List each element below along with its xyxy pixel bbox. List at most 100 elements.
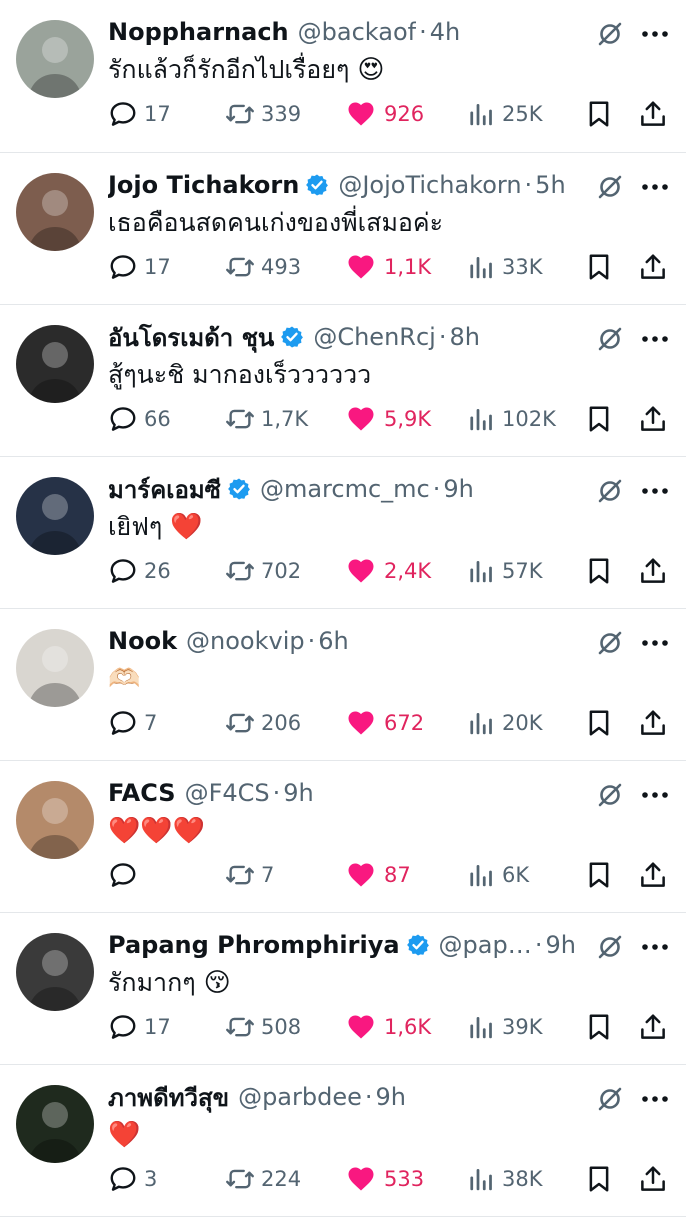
grok-icon[interactable] bbox=[596, 173, 624, 201]
username-handle[interactable]: @backaof bbox=[298, 18, 416, 46]
timestamp[interactable]: 9h bbox=[376, 1083, 406, 1111]
display-name[interactable]: Jojo Tichakorn bbox=[108, 171, 299, 199]
share-button[interactable] bbox=[638, 1007, 668, 1047]
reply-button[interactable]: 66 bbox=[108, 399, 171, 439]
views-button[interactable]: 33K bbox=[466, 247, 543, 287]
retweet-button[interactable]: 1,7K bbox=[225, 399, 308, 439]
share-button[interactable] bbox=[638, 247, 668, 287]
avatar[interactable] bbox=[16, 173, 94, 251]
more-options-icon[interactable] bbox=[640, 477, 670, 505]
username-handle[interactable]: @F4CS bbox=[185, 779, 270, 807]
timestamp[interactable]: 9h bbox=[283, 779, 313, 807]
views-button[interactable]: 20K bbox=[466, 703, 543, 743]
like-button[interactable]: 672 bbox=[346, 703, 424, 743]
username-handle[interactable]: @papan... bbox=[439, 931, 532, 959]
tweet-3[interactable]: มาร์คเอมซี @marcmc_mc · 9h เยิฟๆ ❤️ 26 702 2,4K… bbox=[0, 457, 686, 609]
display-name[interactable]: Nook bbox=[108, 627, 177, 655]
like-button[interactable]: 5,9K bbox=[346, 399, 431, 439]
reply-button[interactable]: 26 bbox=[108, 551, 171, 591]
reply-button[interactable]: 7 bbox=[108, 703, 157, 743]
like-button[interactable]: 87 bbox=[346, 855, 411, 895]
grok-icon[interactable] bbox=[596, 1085, 624, 1113]
tweet-7[interactable]: ภาพดีทวีสุข @parbdee · 9h ❤️ 3 224 533 38K bbox=[0, 1065, 686, 1217]
views-button[interactable]: 38K bbox=[466, 1159, 543, 1199]
bookmark-button[interactable] bbox=[584, 94, 614, 134]
like-button[interactable]: 926 bbox=[346, 94, 424, 134]
tweet-1[interactable]: Jojo Tichakorn @JojoTichakorn · 5h เธอคือนสด… bbox=[0, 153, 686, 305]
avatar[interactable] bbox=[16, 477, 94, 555]
timestamp[interactable]: 5h bbox=[535, 171, 565, 199]
more-options-icon[interactable] bbox=[640, 325, 670, 353]
grok-icon[interactable] bbox=[596, 629, 624, 657]
share-button[interactable] bbox=[638, 94, 668, 134]
bookmark-button[interactable] bbox=[584, 703, 614, 743]
bookmark-button[interactable] bbox=[584, 399, 614, 439]
views-button[interactable]: 102K bbox=[466, 399, 556, 439]
username-handle[interactable]: @marcmc_mc bbox=[260, 475, 430, 503]
more-options-icon[interactable] bbox=[640, 20, 670, 48]
share-button[interactable] bbox=[638, 855, 668, 895]
display-name[interactable]: Papang Phromphiriya bbox=[108, 931, 400, 959]
tweet-0[interactable]: Noppharnach @backaof · 4h รักแล้วก็รักอีกไปเ… bbox=[0, 0, 686, 153]
avatar[interactable] bbox=[16, 325, 94, 403]
username-handle[interactable]: @ChenRcj bbox=[313, 323, 435, 351]
views-button[interactable]: 57K bbox=[466, 551, 543, 591]
reply-button[interactable] bbox=[108, 855, 144, 895]
grok-icon[interactable] bbox=[596, 477, 624, 505]
more-options-icon[interactable] bbox=[640, 173, 670, 201]
timestamp[interactable]: 9h bbox=[443, 475, 473, 503]
retweet-button[interactable]: 206 bbox=[225, 703, 301, 743]
retweet-button[interactable]: 7 bbox=[225, 855, 274, 895]
avatar[interactable] bbox=[16, 20, 94, 98]
grok-icon[interactable] bbox=[596, 933, 624, 961]
reply-button[interactable]: 3 bbox=[108, 1159, 157, 1199]
share-button[interactable] bbox=[638, 551, 668, 591]
reply-button[interactable]: 17 bbox=[108, 247, 171, 287]
tweet-6[interactable]: Papang Phromphiriya @papan...·9h รักมากๆ 😚… bbox=[0, 913, 686, 1065]
timestamp[interactable]: 9h bbox=[546, 931, 576, 959]
avatar[interactable] bbox=[16, 629, 94, 707]
views-button[interactable]: 39K bbox=[466, 1007, 543, 1047]
username-handle[interactable]: @nookvip bbox=[186, 627, 305, 655]
timestamp[interactable]: 6h bbox=[318, 627, 348, 655]
avatar[interactable] bbox=[16, 1085, 94, 1163]
views-button[interactable]: 6K bbox=[466, 855, 529, 895]
avatar[interactable] bbox=[16, 781, 94, 859]
bookmark-button[interactable] bbox=[584, 247, 614, 287]
bookmark-button[interactable] bbox=[584, 1007, 614, 1047]
retweet-button[interactable]: 702 bbox=[225, 551, 301, 591]
more-options-icon[interactable] bbox=[640, 933, 670, 961]
display-name[interactable]: FACS bbox=[108, 779, 176, 807]
retweet-button[interactable]: 508 bbox=[225, 1007, 301, 1047]
bookmark-button[interactable] bbox=[584, 855, 614, 895]
display-name[interactable]: มาร์คเอมซี bbox=[108, 471, 221, 507]
display-name[interactable]: Noppharnach bbox=[108, 18, 289, 46]
share-button[interactable] bbox=[638, 399, 668, 439]
tweet-5[interactable]: FACS @F4CS · 9h ❤️❤️❤️ 7 87 6K bbox=[0, 761, 686, 913]
tweet-4[interactable]: Nook @nookvip · 6h 🫶🏻 7 206 672 20K bbox=[0, 609, 686, 761]
display-name[interactable]: อันโดรเมด้า ชุน bbox=[108, 319, 274, 355]
like-button[interactable]: 1,6K bbox=[346, 1007, 431, 1047]
reply-button[interactable]: 17 bbox=[108, 94, 171, 134]
grok-icon[interactable] bbox=[596, 325, 624, 353]
like-button[interactable]: 1,1K bbox=[346, 247, 431, 287]
grok-icon[interactable] bbox=[596, 781, 624, 809]
retweet-button[interactable]: 493 bbox=[225, 247, 301, 287]
grok-icon[interactable] bbox=[596, 20, 624, 48]
display-name[interactable]: ภาพดีทวีสุข bbox=[108, 1079, 229, 1115]
bookmark-button[interactable] bbox=[584, 1159, 614, 1199]
timestamp[interactable]: 8h bbox=[449, 323, 479, 351]
more-options-icon[interactable] bbox=[640, 781, 670, 809]
like-button[interactable]: 533 bbox=[346, 1159, 424, 1199]
username-handle[interactable]: @JojoTichakorn bbox=[338, 171, 521, 199]
share-button[interactable] bbox=[638, 1159, 668, 1199]
avatar[interactable] bbox=[16, 933, 94, 1011]
tweet-2[interactable]: อันโดรเมด้า ชุน @ChenRcj · 8h สู้ๆนะชิ มากอง… bbox=[0, 305, 686, 457]
more-options-icon[interactable] bbox=[640, 1085, 670, 1113]
retweet-button[interactable]: 339 bbox=[225, 94, 301, 134]
retweet-button[interactable]: 224 bbox=[225, 1159, 301, 1199]
username-handle[interactable]: @parbdee bbox=[238, 1083, 362, 1111]
reply-button[interactable]: 17 bbox=[108, 1007, 171, 1047]
timestamp[interactable]: 4h bbox=[430, 18, 460, 46]
like-button[interactable]: 2,4K bbox=[346, 551, 431, 591]
